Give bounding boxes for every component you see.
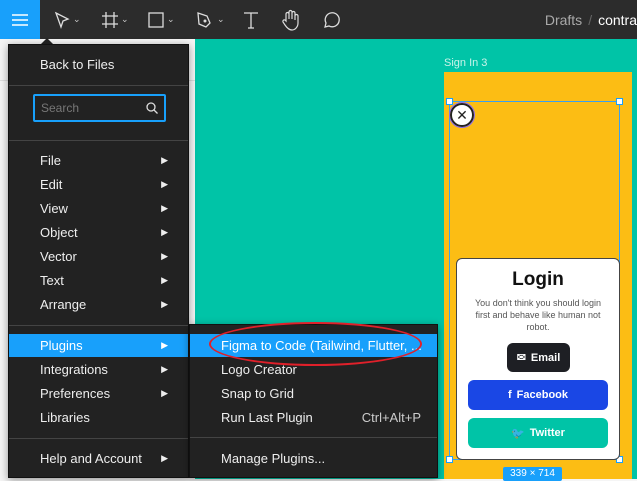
menu-item-preferences[interactable]: Preferences ▶ <box>9 382 188 405</box>
breadcrumb-separator: / <box>588 11 593 28</box>
label: Libraries <box>40 410 90 425</box>
menu-item-edit[interactable]: Edit ▶ <box>9 173 188 196</box>
submenu-arrow-icon: ▶ <box>161 179 168 189</box>
close-icon[interactable]: ✕ <box>449 102 475 128</box>
frame-tool[interactable]: ⌄ <box>102 0 129 39</box>
search-placeholder: Search <box>41 101 80 115</box>
submenu-arrow-icon: ▶ <box>161 155 168 165</box>
breadcrumb: Drafts / contra <box>545 0 637 39</box>
menu-item-run-last-plugin[interactable]: Run Last Plugin Ctrl+Alt+P <box>190 406 437 429</box>
email-button[interactable]: ✉ Email <box>507 343 570 372</box>
twitter-label: Twitter <box>529 427 565 439</box>
menu-item-help-and-account[interactable]: Help and Account ▶ <box>9 447 188 470</box>
frame-icon <box>102 11 118 28</box>
menu-item-file[interactable]: File ▶ <box>9 149 188 172</box>
menu-item-back-to-files[interactable]: Back to Files <box>9 53 188 76</box>
annotation-ellipse <box>209 322 422 366</box>
login-card: Login You don't think you should login f… <box>456 258 620 460</box>
hamburger-icon <box>12 13 28 26</box>
shortcut: Ctrl+Alt+P <box>361 410 421 425</box>
submenu-arrow-icon: ▶ <box>161 340 168 350</box>
label: Run Last Plugin <box>221 410 313 425</box>
facebook-label: Facebook <box>516 389 569 401</box>
breadcrumb-folder[interactable]: Drafts <box>545 12 582 28</box>
submenu-arrow-icon: ▶ <box>161 275 168 285</box>
pointer-icon <box>54 11 70 29</box>
divider <box>190 437 437 438</box>
move-tool[interactable]: ⌄ <box>54 0 81 39</box>
pen-icon <box>197 11 211 28</box>
login-title: Login <box>512 269 564 290</box>
submenu-arrow-icon: ▶ <box>161 203 168 213</box>
submenu-arrow-icon: ▶ <box>161 453 168 463</box>
label: Help and Account <box>40 451 142 466</box>
breadcrumb-file[interactable]: contra <box>598 12 637 28</box>
facebook-icon: f <box>507 389 512 401</box>
main-menu-button[interactable] <box>0 0 40 39</box>
rectangle-icon <box>148 11 164 28</box>
submenu-arrow-icon: ▶ <box>161 227 168 237</box>
label: Arrange <box>40 297 87 312</box>
resize-handle[interactable] <box>616 98 623 105</box>
search-input[interactable]: Search <box>33 94 166 122</box>
submenu-arrow-icon: ▶ <box>161 299 168 309</box>
resize-handle[interactable] <box>446 456 453 463</box>
label: Object <box>40 225 78 240</box>
frame-label[interactable]: Sign In 3 <box>444 57 487 69</box>
email-label: Email <box>530 351 561 364</box>
comment-icon <box>324 11 340 28</box>
label: View <box>40 201 68 216</box>
menu-item-snap-to-grid[interactable]: Snap to Grid <box>190 382 437 405</box>
label: Vector <box>40 249 77 264</box>
twitter-button[interactable]: 🐦 Twitter <box>468 418 608 448</box>
label: Preferences <box>40 386 111 401</box>
label: Plugins <box>40 338 83 353</box>
shape-tool[interactable]: ⌄ <box>148 0 175 39</box>
menu-item-plugins[interactable]: Plugins ▶ <box>9 334 188 357</box>
menu-item-text[interactable]: Text ▶ <box>9 269 188 292</box>
divider <box>9 438 188 439</box>
submenu-arrow-icon: ▶ <box>161 364 168 374</box>
comment-tool[interactable] <box>321 0 341 39</box>
divider <box>9 85 188 86</box>
label: Integrations <box>40 362 108 377</box>
menu-item-integrations[interactable]: Integrations ▶ <box>9 358 188 381</box>
pen-tool[interactable]: ⌄ <box>196 0 225 39</box>
divider <box>9 140 188 141</box>
main-menu: Back to Files Search File ▶ Edit ▶ View ▶ O… <box>8 44 189 478</box>
twitter-icon: 🐦 <box>511 427 525 440</box>
label: Edit <box>40 177 63 192</box>
menu-item-vector[interactable]: Vector ▶ <box>9 245 188 268</box>
menu-item-object[interactable]: Object ▶ <box>9 221 188 244</box>
text-tool[interactable] <box>243 0 259 39</box>
divider <box>9 325 188 326</box>
facebook-button[interactable]: f Facebook <box>468 380 608 410</box>
menu-item-arrange[interactable]: Arrange ▶ <box>9 293 188 316</box>
login-text: You don't think you should login first a… <box>475 298 601 332</box>
mail-icon: ✉ <box>516 352 526 364</box>
resize-handle[interactable] <box>446 98 453 105</box>
text-icon <box>244 11 258 29</box>
toolbar <box>0 0 637 39</box>
hand-icon <box>282 9 299 31</box>
label: File <box>40 153 61 168</box>
label: Text <box>40 273 64 288</box>
menu-item-view[interactable]: View ▶ <box>9 197 188 220</box>
menu-item-manage-plugins[interactable]: Manage Plugins... <box>190 447 437 470</box>
search-icon <box>146 102 158 114</box>
menu-item-libraries[interactable]: Libraries <box>9 406 188 429</box>
submenu-arrow-icon: ▶ <box>161 388 168 398</box>
submenu-arrow-icon: ▶ <box>161 251 168 261</box>
hand-tool[interactable] <box>281 0 301 39</box>
